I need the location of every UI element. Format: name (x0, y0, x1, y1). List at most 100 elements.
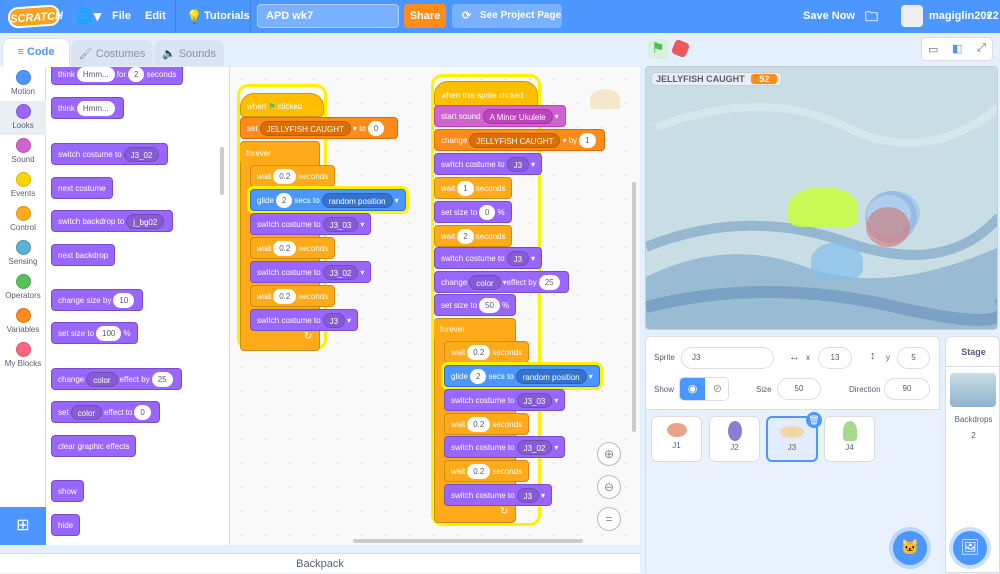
add-sprite-button[interactable]: 🐱 (893, 531, 927, 565)
wait-block[interactable]: wait 0.2 seconds (444, 413, 530, 435)
wait-block[interactable]: wait 1 seconds (434, 177, 513, 199)
workspace-vscrollbar[interactable] (632, 182, 636, 432)
stop-icon[interactable] (670, 38, 691, 59)
next-backdrop-block[interactable]: next backdrop (51, 244, 116, 266)
code-workspace[interactable]: when ⚑ clicked set JELLYFISH CAUGHT ▾ to 0 … (230, 67, 640, 545)
variable-monitor[interactable]: JELLYFISH CAUGHT 52 (651, 72, 783, 86)
stage[interactable]: JELLYFISH CAUGHT 52 (645, 66, 998, 330)
backdrop-thumbnail[interactable] (950, 373, 996, 407)
extension-icon: ⊞ (16, 517, 30, 534)
category-my-blocks[interactable]: My Blocks (0, 339, 46, 373)
glide-block[interactable]: glide 2 secs to random position ▾ (250, 189, 406, 211)
sprite-thumb-j2[interactable]: J2 (709, 416, 760, 462)
avatar[interactable] (901, 5, 923, 27)
switch-backdrop-block[interactable]: switch backdrop to j_bg02 (51, 210, 174, 232)
change-variable-block[interactable]: change JELLYFISH CAUGHT ▾ by 1 (434, 129, 605, 151)
switch-costume-block[interactable]: switch costume to J3 ▾ (444, 484, 553, 506)
workspace-hscrollbar[interactable] (353, 539, 583, 543)
sprite-j1[interactable] (866, 207, 910, 247)
add-extension-button[interactable]: ⊞ (0, 507, 46, 545)
switch-costume-block[interactable]: switch costume to J3_02 (51, 143, 169, 165)
y-input[interactable]: 5 (897, 347, 930, 369)
set-size-block[interactable]: set size to 0% (434, 201, 512, 223)
think-block[interactable]: think Hmm... (51, 97, 124, 119)
tab-code[interactable]: ≡ Code (2, 38, 70, 68)
edit-menu[interactable]: Edit (145, 0, 166, 33)
change-effect-block[interactable]: change color ▾effect by 25 (434, 271, 569, 293)
wait-block[interactable]: wait 0.2 seconds (250, 237, 336, 259)
category-sensing[interactable]: Sensing (0, 237, 46, 271)
clear-effects-block[interactable]: clear graphic effects (51, 435, 137, 457)
backpack[interactable]: Backpack (0, 553, 640, 573)
direction-input[interactable]: 90 (884, 378, 930, 400)
when-sprite-clicked-block[interactable]: when this sprite clicked (434, 81, 538, 107)
sprite-name-input[interactable]: J3 (681, 347, 774, 369)
hide-block[interactable]: hide (51, 514, 81, 536)
change-effect-block[interactable]: change color effect by 25 (51, 368, 182, 390)
sprite-j2-image (727, 421, 742, 441)
set-effect-block[interactable]: set color effect to 0 (51, 401, 160, 423)
switch-costume-block[interactable]: switch costume to J3_02 ▾ (250, 261, 372, 283)
zoom-in-button[interactable]: ⊕ (597, 442, 621, 466)
category-variables[interactable]: Variables (0, 305, 46, 339)
set-size-block[interactable]: set size to 50% (434, 294, 517, 316)
switch-costume-block[interactable]: switch costume to J3_03 ▾ (444, 389, 566, 411)
when-flag-clicked-block[interactable]: when ⚑ clicked (240, 93, 324, 117)
file-menu[interactable]: File (112, 0, 131, 33)
sprite-thumb-j1[interactable]: J1 (651, 416, 702, 462)
switch-costume-block[interactable]: switch costume to J3_03 ▾ (250, 213, 372, 235)
size-input[interactable]: 50 (777, 378, 821, 400)
category-looks[interactable]: Looks (0, 101, 46, 135)
think-for-block[interactable]: think Hmm... for 2 seconds (51, 67, 184, 85)
eye-icon[interactable]: ◉ (680, 378, 705, 400)
globe-icon[interactable]: 🌐▾ (75, 0, 101, 33)
add-backdrop-button[interactable]: 🖼 (953, 531, 987, 565)
lightbulb-icon[interactable]: 💡 (186, 0, 202, 33)
x-input[interactable]: 13 (818, 347, 852, 369)
zoom-reset-button[interactable]: = (597, 507, 621, 531)
eye-hidden-icon[interactable]: ⊘ (705, 378, 728, 400)
start-sound-block[interactable]: start sound A Minor Ukulele ▾ (434, 105, 566, 127)
switch-costume-block[interactable]: switch costume to J3 ▾ (434, 247, 543, 269)
wait-block[interactable]: wait 0.2 seconds (250, 165, 336, 187)
wait-block[interactable]: wait 0.2 seconds (444, 460, 530, 482)
sprite-j3[interactable] (811, 242, 863, 280)
sprite-thumb-j4[interactable]: J4 (824, 416, 875, 462)
wait-block[interactable]: wait 0.2 seconds (444, 341, 530, 363)
glide-block[interactable]: glide 2 secs to random position ▾ (444, 365, 600, 387)
set-size-block[interactable]: set size to 100% (51, 322, 138, 344)
category-sound[interactable]: Sound (0, 135, 46, 169)
see-project-page-button[interactable]: ⟳ See Project Page (452, 4, 562, 28)
save-now-button[interactable]: Save Now (803, 0, 855, 33)
change-size-block[interactable]: change size by 10 (51, 289, 144, 311)
next-costume-block[interactable]: next costume (51, 177, 113, 199)
scratch-logo[interactable]: SCRATCH (7, 4, 63, 29)
category-operators[interactable]: Operators (0, 271, 46, 305)
green-flag-icon[interactable]: ⚑ (648, 39, 668, 59)
trash-icon[interactable]: 🗑 (806, 412, 822, 428)
small-stage-icon[interactable]: ▭ (928, 43, 938, 56)
category-control[interactable]: Control (0, 203, 46, 237)
project-title-input[interactable]: APD wk7 (257, 4, 399, 28)
switch-costume-block[interactable]: switch costume to J3 ▾ (250, 309, 359, 331)
switch-costume-block[interactable]: switch costume to J3_02 ▾ (444, 436, 566, 458)
category-motion[interactable]: Motion (0, 67, 46, 101)
folder-icon[interactable]: 🗀 (865, 0, 878, 33)
palette-scrollbar[interactable] (220, 147, 224, 195)
switch-costume-block[interactable]: switch costume to J3 ▾ (434, 153, 543, 175)
tab-sounds[interactable]: 🔈 Sounds (154, 40, 224, 66)
wait-block[interactable]: wait 2 seconds (434, 225, 513, 247)
fullscreen-icon[interactable]: ⤢ (977, 42, 986, 55)
tab-costumes[interactable]: 🖌 Costumes (71, 40, 153, 66)
large-stage-icon[interactable]: ◧ (952, 42, 962, 55)
category-events[interactable]: Events (0, 169, 46, 203)
share-button[interactable]: Share (404, 4, 446, 28)
block-palette: think Hmm... for 2 seconds think Hmm... switc… (46, 67, 230, 545)
zoom-out-button[interactable]: ⊖ (597, 475, 621, 499)
wait-block[interactable]: wait 0.2 seconds (250, 285, 336, 307)
tutorials-menu[interactable]: Tutorials (204, 0, 250, 33)
chevron-down-icon[interactable]: ▾ (987, 0, 992, 33)
show-block[interactable]: show (51, 480, 84, 502)
sprite-j4[interactable] (788, 187, 858, 227)
set-variable-block[interactable]: set JELLYFISH CAUGHT ▾ to 0 (240, 117, 398, 139)
